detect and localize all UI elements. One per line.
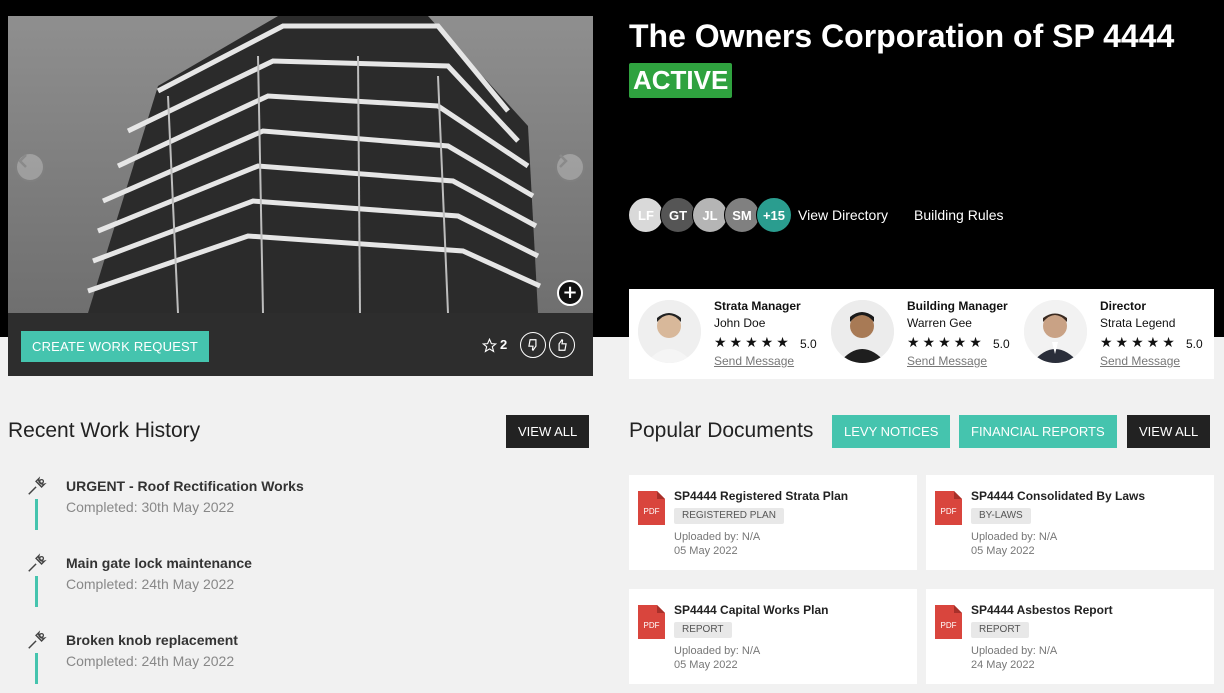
- pdf-file-icon: PDF: [638, 491, 665, 525]
- pdf-file-icon: PDF: [638, 605, 665, 639]
- document-card[interactable]: PDF SP4444 Consolidated By Laws BY-LAWS …: [926, 475, 1214, 570]
- rating-value: 5.0: [993, 337, 1010, 351]
- pdf-file-icon: PDF: [935, 605, 962, 639]
- document-uploader: Uploaded by: N/A: [971, 531, 1058, 543]
- document-title: SP4444 Consolidated By Laws: [971, 489, 1146, 503]
- document-tag: REPORT: [971, 622, 1029, 638]
- documents-view-all-button[interactable]: VIEW ALL: [1127, 415, 1211, 448]
- status-badge: ACTIVE: [629, 63, 733, 98]
- favourite-count: 2: [500, 337, 508, 352]
- thumbs-down-icon: [528, 339, 537, 352]
- avatar[interactable]: SM: [724, 197, 760, 233]
- avatar: [1024, 300, 1087, 363]
- document-uploader: Uploaded by: N/A: [971, 645, 1058, 657]
- add-photo-button[interactable]: +: [557, 280, 583, 306]
- building-rules-link[interactable]: Building Rules: [914, 206, 1004, 224]
- work-completed-date: Completed: 24th May 2022: [66, 576, 235, 592]
- rating-value: 5.0: [1186, 337, 1203, 351]
- chevron-left-icon: [18, 154, 27, 168]
- document-date: 05 May 2022: [674, 545, 738, 557]
- document-date: 05 May 2022: [971, 545, 1035, 557]
- contact-building-manager: Building Manager Warren Gee ★★★★★ 5.0 Se…: [822, 289, 1014, 379]
- timeline-line: [35, 576, 38, 607]
- timeline-line: [35, 499, 38, 530]
- work-title: URGENT - Roof Rectification Works: [66, 478, 304, 494]
- view-directory-link[interactable]: View Directory: [798, 206, 888, 224]
- send-message-link[interactable]: Send Message: [714, 353, 794, 369]
- document-title: SP4444 Capital Works Plan: [674, 603, 829, 617]
- gallery-action-bar: CREATE WORK REQUEST 2: [8, 313, 593, 376]
- avatar[interactable]: GT: [660, 197, 696, 233]
- rating-stars: ★★★★★: [714, 335, 792, 351]
- document-card[interactable]: PDF SP4444 Registered Strata Plan REGIST…: [629, 475, 917, 570]
- avatar: [831, 300, 894, 363]
- document-card[interactable]: PDF SP4444 Asbestos Report REPORT Upload…: [926, 589, 1214, 684]
- contacts-card: Strata Manager John Doe ★★★★★ 5.0 Send M…: [629, 289, 1214, 379]
- building-image-carousel[interactable]: +: [8, 16, 593, 313]
- contact-strata-manager: Strata Manager John Doe ★★★★★ 5.0 Send M…: [629, 289, 821, 379]
- favourite-button[interactable]: 2: [482, 335, 507, 355]
- document-uploader: Uploaded by: N/A: [674, 645, 761, 657]
- document-title: SP4444 Asbestos Report: [971, 603, 1113, 617]
- work-title: Main gate lock maintenance: [66, 555, 252, 571]
- list-item[interactable]: Broken knob replacement Completed: 24th …: [26, 629, 586, 693]
- contact-role: Director: [1100, 299, 1147, 313]
- document-tag: BY-LAWS: [971, 508, 1031, 524]
- contact-director: Director Strata Legend ★★★★★ 5.0 Send Me…: [1015, 289, 1207, 379]
- document-date: 05 May 2022: [674, 659, 738, 671]
- documents-heading: Popular Documents: [629, 419, 814, 442]
- list-item[interactable]: Main gate lock maintenance Completed: 24…: [26, 552, 586, 622]
- svg-text:PDF: PDF: [941, 621, 957, 630]
- document-card[interactable]: PDF SP4444 Capital Works Plan REPORT Upl…: [629, 589, 917, 684]
- document-title: SP4444 Registered Strata Plan: [674, 489, 849, 503]
- work-history-view-all-button[interactable]: VIEW ALL: [506, 415, 590, 448]
- contact-name: Warren Gee: [907, 316, 972, 330]
- avatar: [638, 300, 701, 363]
- document-tag: REPORT: [674, 622, 732, 638]
- create-work-request-button[interactable]: CREATE WORK REQUEST: [21, 331, 210, 362]
- work-history-heading: Recent Work History: [8, 419, 201, 442]
- timeline-line: [35, 653, 38, 684]
- chevron-right-icon: [559, 154, 568, 168]
- document-date: 24 May 2022: [971, 659, 1035, 671]
- work-title: Broken knob replacement: [66, 632, 238, 648]
- wrench-icon: [28, 476, 47, 495]
- send-message-link[interactable]: Send Message: [1100, 353, 1180, 369]
- carousel-prev-button[interactable]: [15, 152, 45, 182]
- send-message-link[interactable]: Send Message: [907, 353, 987, 369]
- document-tag: REGISTERED PLAN: [674, 508, 784, 524]
- contact-role: Strata Manager: [714, 299, 801, 313]
- carousel-next-button[interactable]: [555, 152, 585, 182]
- rating-stars: ★★★★★: [1100, 335, 1178, 351]
- contact-name: Strata Legend: [1100, 316, 1176, 330]
- wrench-icon: [28, 630, 47, 649]
- property-title: The Owners Corporation of SP 4444: [629, 18, 1175, 54]
- list-item[interactable]: URGENT - Roof Rectification Works Comple…: [26, 475, 586, 545]
- dislike-button[interactable]: [520, 332, 546, 358]
- star-icon: [482, 337, 497, 353]
- document-uploader: Uploaded by: N/A: [674, 531, 761, 543]
- rating-stars: ★★★★★: [907, 335, 985, 351]
- thumbs-up-icon: [558, 338, 567, 351]
- avatar[interactable]: LF: [628, 197, 664, 233]
- svg-text:PDF: PDF: [941, 507, 957, 516]
- pdf-file-icon: PDF: [935, 491, 962, 525]
- wrench-icon: [28, 553, 47, 572]
- work-completed-date: Completed: 30th May 2022: [66, 499, 235, 515]
- work-completed-date: Completed: 24th May 2022: [66, 653, 235, 669]
- rating-value: 5.0: [800, 337, 817, 351]
- contact-name: John Doe: [714, 316, 766, 330]
- financial-reports-filter-button[interactable]: FINANCIAL REPORTS: [959, 415, 1117, 448]
- svg-text:PDF: PDF: [644, 621, 660, 630]
- avatar[interactable]: JL: [692, 197, 728, 233]
- levy-notices-filter-button[interactable]: LEVY NOTICES: [832, 415, 951, 448]
- building-photo: [8, 16, 593, 313]
- like-button[interactable]: [549, 332, 575, 358]
- more-members-avatar[interactable]: +15: [756, 197, 792, 233]
- contact-role: Building Manager: [907, 299, 1008, 313]
- svg-text:PDF: PDF: [644, 507, 660, 516]
